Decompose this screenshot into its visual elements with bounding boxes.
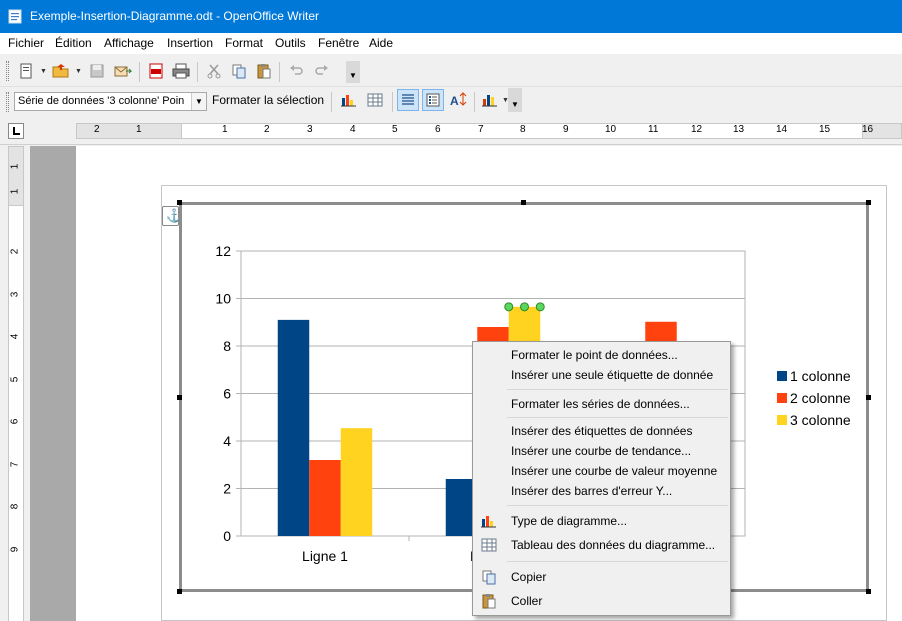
- legend-swatch-1: [777, 371, 787, 381]
- y-tick-label: 10: [215, 291, 231, 307]
- data-table-icon: [481, 538, 497, 552]
- context-menu: Formater le point de données... Insérer …: [472, 341, 731, 616]
- menu-separator: [507, 505, 728, 506]
- menu-item-chart-type[interactable]: Type de diagramme...: [511, 514, 627, 529]
- menu-item-format-data-series[interactable]: Formater les séries de données...: [511, 397, 690, 412]
- y-tick-label: 8: [223, 338, 231, 354]
- selection-handle: [504, 302, 514, 312]
- legend-swatch-2: [777, 393, 787, 403]
- menu-item-copy[interactable]: Copier: [511, 570, 546, 585]
- bar: [309, 460, 341, 536]
- y-tick-label: 0: [223, 528, 231, 544]
- bar: [340, 428, 373, 536]
- legend-swatch-3: [777, 415, 787, 425]
- y-tick-label: 2: [223, 481, 231, 497]
- menu-item-insert-data-labels[interactable]: Insérer des étiquettes de données: [511, 424, 692, 439]
- menu-item-chart-data-table[interactable]: Tableau des données du diagramme...: [511, 538, 715, 553]
- menu-item-insert-error-bars[interactable]: Insérer des barres d'erreur Y...: [511, 484, 672, 499]
- y-tick-label: 6: [223, 386, 231, 402]
- menu-item-paste[interactable]: Coller: [511, 594, 542, 609]
- menu-item-insert-single-label[interactable]: Insérer une seule étiquette de donnée: [511, 368, 713, 383]
- menu-separator: [507, 561, 728, 562]
- bar: [277, 319, 310, 536]
- legend-label-2[interactable]: 2 colonne: [790, 390, 851, 406]
- x-tick-label: Ligne 1: [302, 548, 348, 564]
- menu-item-insert-mean-line[interactable]: Insérer une courbe de valeur moyenne: [511, 464, 717, 479]
- menu-separator: [507, 389, 728, 390]
- legend-label-1[interactable]: 1 colonne: [790, 368, 851, 384]
- selection-handle: [520, 302, 529, 312]
- y-tick-label: 4: [223, 433, 231, 449]
- menu-item-format-data-point[interactable]: Formater le point de données...: [511, 348, 678, 363]
- copy-icon: [482, 570, 496, 585]
- menu-item-insert-trend-line[interactable]: Insérer une courbe de tendance...: [511, 444, 691, 459]
- paste-icon: [482, 594, 496, 609]
- menu-separator: [507, 417, 728, 418]
- legend-label-3[interactable]: 3 colonne: [790, 412, 851, 428]
- selection-handle: [535, 302, 545, 312]
- y-tick-label: 12: [215, 243, 231, 259]
- bar-chart[interactable]: 024681012Ligne 1Ligne 2Ligne 3: [0, 0, 902, 621]
- chart-type-icon: [481, 516, 496, 528]
